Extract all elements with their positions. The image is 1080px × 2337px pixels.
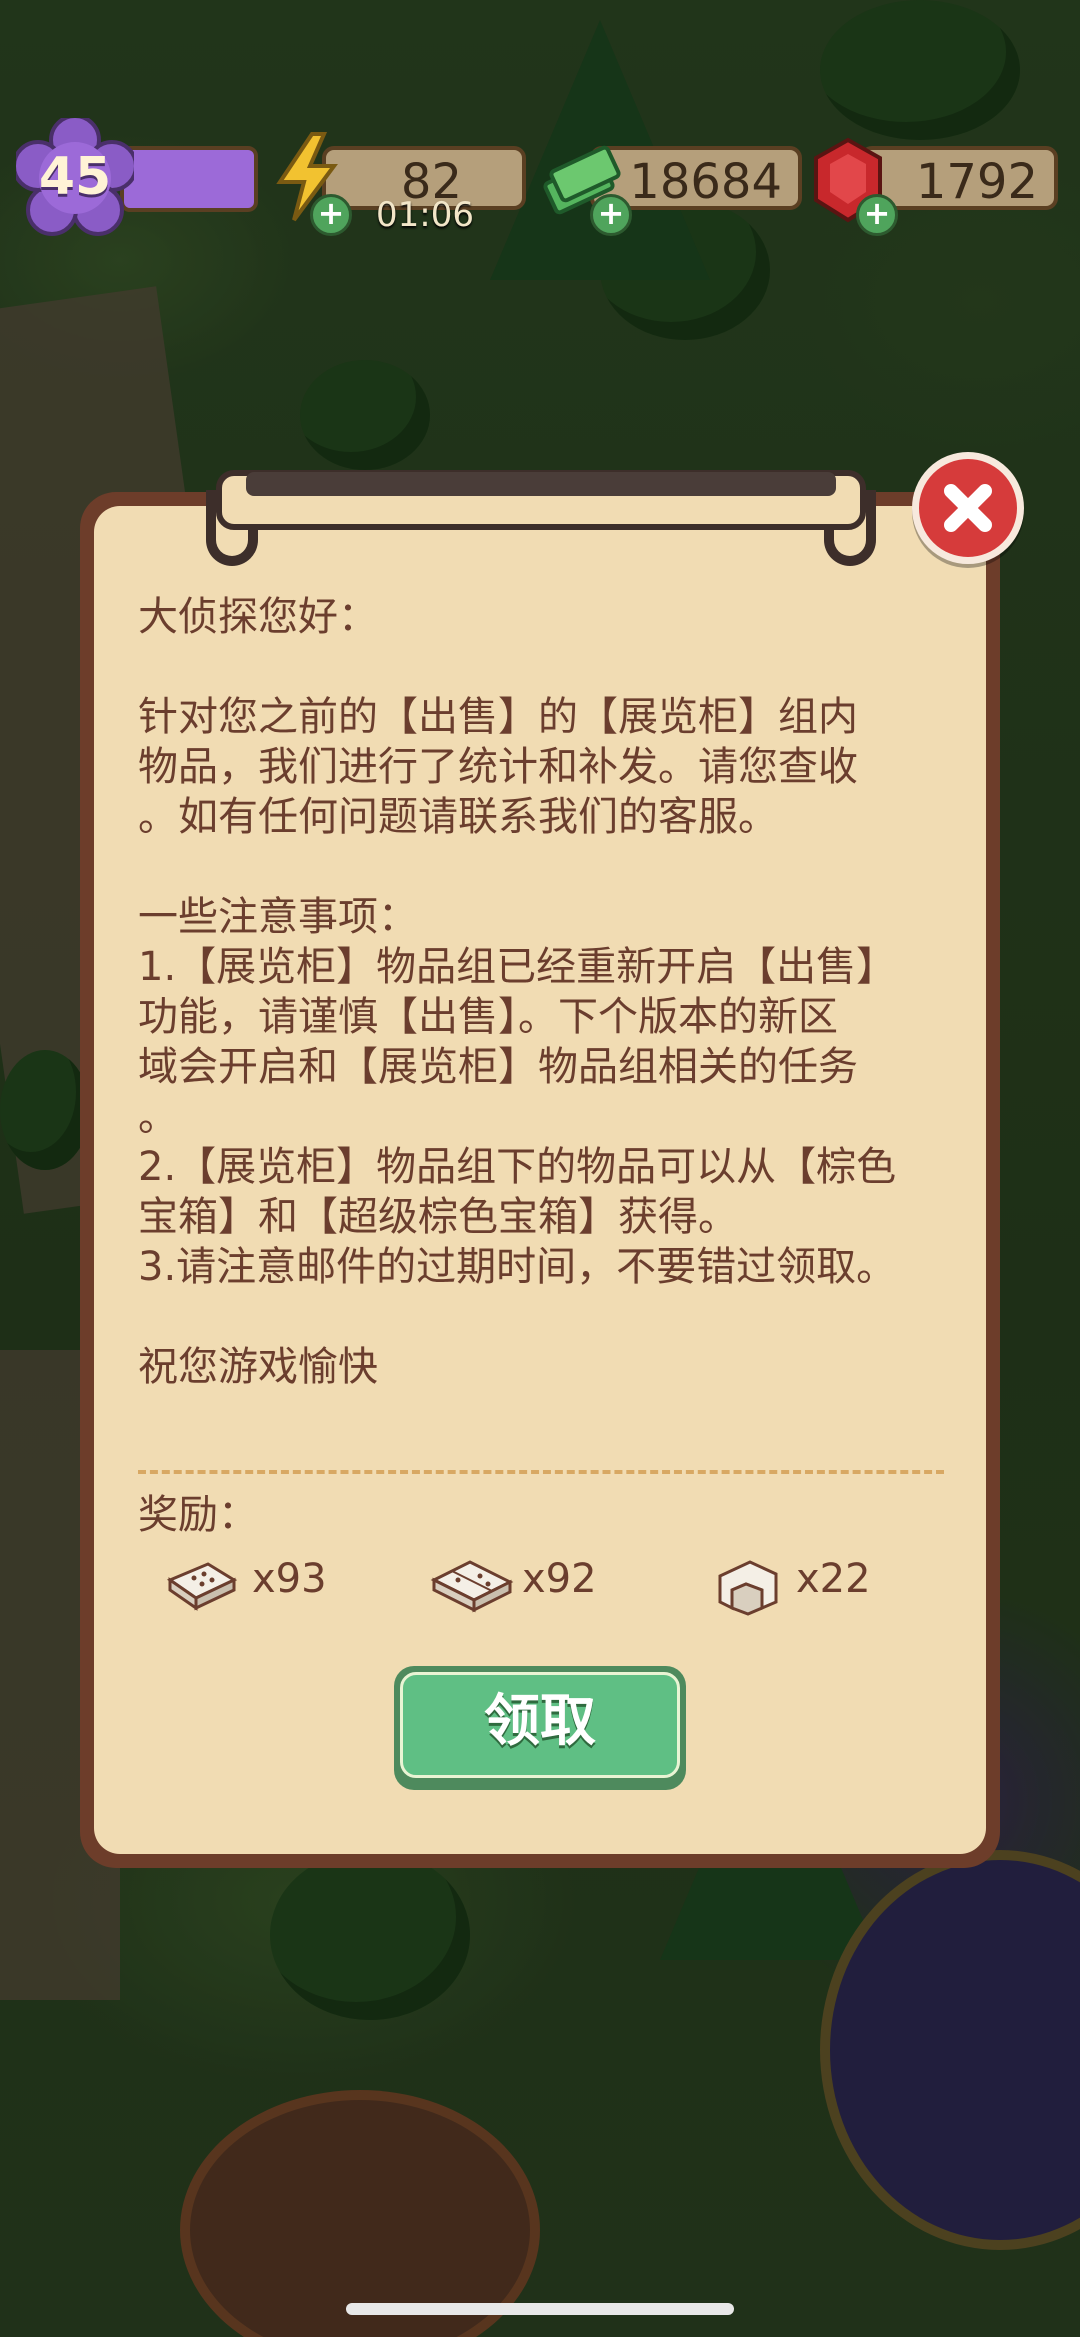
reward-quantity: x22 xyxy=(796,1556,871,1602)
add-energy-button[interactable]: + xyxy=(310,194,352,236)
mail-body: 大侦探您好： 针对您之前的【出售】的【展览柜】组内 物品，我们进行了统计和补发。… xyxy=(138,592,948,1392)
home-indicator[interactable] xyxy=(346,2303,734,2315)
reward-divider xyxy=(138,1470,944,1474)
rewards-label: 奖励： xyxy=(138,1492,258,1538)
note-item: 2.【展览柜】物品组下的物品可以从【棕色 宝箱】和【超级棕色宝箱】获得。 xyxy=(138,1144,897,1240)
note-item: 1.【展览柜】物品组已经重新开启【出售】 功能，请谨慎【出售】。下个版本的新区 … xyxy=(138,944,897,1140)
single-tile-icon xyxy=(166,1562,238,1611)
corner-piece-icon xyxy=(718,1560,778,1616)
mail-closing: 祝您游戏愉快 xyxy=(138,1344,378,1390)
close-button[interactable] xyxy=(912,452,1024,564)
cash-value: 18684 xyxy=(629,154,782,210)
level-badge[interactable]: 45 xyxy=(16,118,134,236)
mail-paragraph: 针对您之前的【出售】的【展览柜】组内 物品，我们进行了统计和补发。请您查收 。如… xyxy=(138,694,858,840)
gem-value: 1792 xyxy=(915,154,1038,210)
level-progress-bar xyxy=(120,146,258,212)
claim-button[interactable]: 领取 xyxy=(394,1666,686,1790)
note-item: 3.请注意邮件的过期时间，不要错过领取。 xyxy=(138,1244,897,1290)
notes-title: 一些注意事项： xyxy=(138,894,418,940)
add-cash-button[interactable]: + xyxy=(590,194,632,236)
level-number: 45 xyxy=(38,147,112,207)
reward-quantity: x92 xyxy=(522,1556,597,1602)
double-tile-icon xyxy=(430,1560,514,1613)
energy-timer: 01:06 xyxy=(376,195,474,235)
claim-button-label: 领取 xyxy=(484,1689,596,1754)
clipboard-clip xyxy=(206,470,876,570)
add-gem-button[interactable]: + xyxy=(856,194,898,236)
close-icon xyxy=(944,484,992,532)
reward-quantity: x93 xyxy=(252,1556,327,1602)
mail-greeting: 大侦探您好： xyxy=(138,594,378,640)
